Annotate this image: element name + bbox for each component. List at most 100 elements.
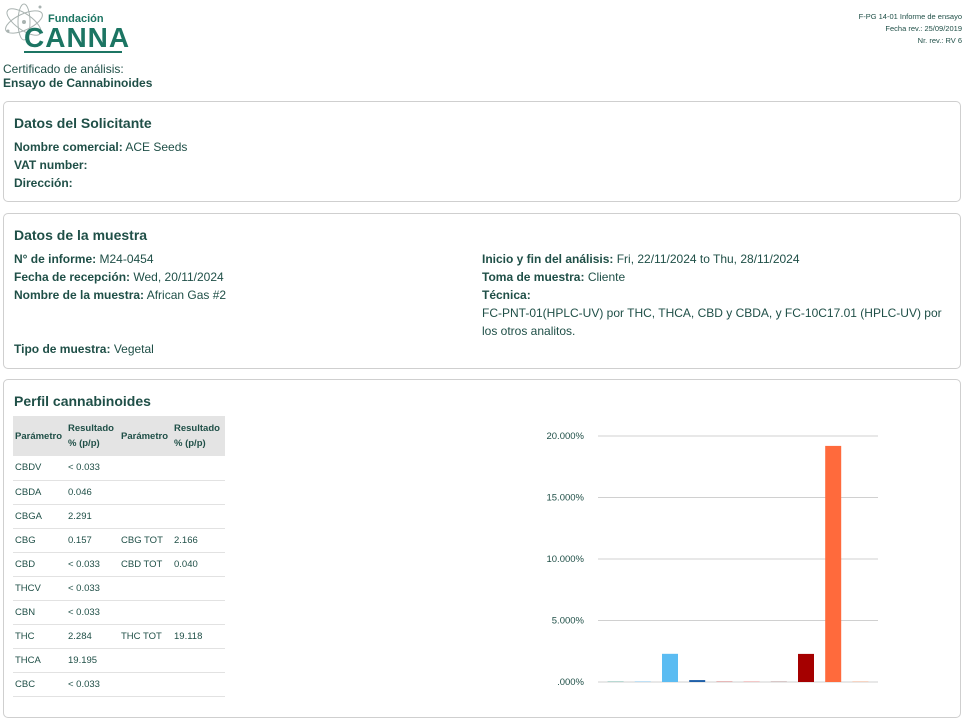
param2-cell: [119, 600, 172, 625]
param2-cell: [119, 480, 172, 505]
commercial-name-value: ACE Seeds: [125, 140, 188, 154]
vat-label: VAT number:: [14, 158, 88, 172]
table-row: THC 2.284 THC TOT 19.118: [13, 624, 225, 649]
doc-ref-date: Fecha rev.: 25/09/2019: [885, 24, 962, 33]
value-cell: < 0.033: [66, 672, 119, 697]
param-cell: THCV: [13, 576, 66, 601]
value-cell: 2.284: [66, 624, 119, 649]
report-header: Fundación CANNA F-PG 14-01 Informe de en…: [0, 0, 964, 92]
param-cell: CBG: [13, 528, 66, 553]
param-cell: CBDV: [13, 456, 66, 481]
header-result-2-line1: Resultado: [174, 423, 220, 434]
param-cell: CBDA: [13, 480, 66, 505]
reception-date-label: Fecha de recepción:: [14, 270, 131, 284]
param2-cell: CBD TOT: [119, 552, 172, 577]
value-cell: 2.291: [66, 504, 119, 529]
header-result-line1: Resultado: [68, 423, 114, 434]
value-cell: < 0.033: [66, 600, 119, 625]
certificate-line1: Certificado de análisis:: [3, 62, 124, 76]
value2-cell: [172, 672, 225, 697]
param-cell: CBD: [13, 552, 66, 577]
table-row: CBD < 0.033 CBD TOT 0.040: [13, 552, 225, 577]
bar-cbn: [770, 681, 787, 682]
header-parameter: Parámetro: [13, 416, 66, 456]
param2-cell: [119, 504, 172, 529]
applicant-title: Datos del Solicitante: [14, 115, 152, 131]
sample-name-label: Nombre de la muestra:: [14, 288, 145, 302]
technique-value: FC-PNT-01(HPLC-UV) por THC, THCA, CBD y …: [482, 306, 942, 338]
logo-text-canna: CANNA: [24, 22, 131, 53]
technique-row: Técnica:: [482, 286, 531, 304]
value2-cell: 2.166: [172, 528, 225, 553]
bar-cbda: [634, 681, 651, 682]
doc-ref-revision: Nr. rev.: RV 6: [917, 36, 962, 45]
table-header-row: Parámetro Resultado % (p/p) Parámetro Re…: [13, 416, 225, 456]
logo-underline: [24, 51, 122, 53]
document-reference: F-PG 14-01 Informe de ensayo Fecha rev.:…: [859, 11, 962, 47]
value2-cell: [172, 480, 225, 505]
param-cell: THCA: [13, 648, 66, 673]
vat-row: VAT number:: [14, 156, 88, 174]
doc-ref-line: F-PG 14-01 Informe de ensayo: [858, 12, 962, 21]
value2-cell: [172, 648, 225, 673]
table-row: CBN < 0.033: [13, 600, 225, 625]
table-row: CBGA 2.291: [13, 504, 225, 529]
y-tick-label: 10.000%: [546, 554, 584, 565]
profile-title: Perfil cannabinoides: [14, 393, 151, 409]
value-cell: 0.157: [66, 528, 119, 553]
bar-cbga: [662, 653, 678, 682]
value2-cell: [172, 600, 225, 625]
commercial-name-row: Nombre comercial: ACE Seeds: [14, 138, 187, 156]
table-row: CBDV < 0.033: [13, 456, 225, 481]
param2-cell: THC TOT: [119, 624, 172, 649]
report-number-row: N° de informe: M24-0454: [14, 250, 154, 268]
analysis-period-value: Fri, 22/11/2024 to Thu, 28/11/2024: [616, 252, 800, 266]
value2-cell: [172, 504, 225, 529]
value2-cell: 19.118: [172, 624, 225, 649]
bar-thc: [798, 653, 814, 682]
report-number-value: M24-0454: [99, 252, 154, 266]
bar-cbc: [852, 681, 869, 682]
analysis-period-label: Inicio y fin del análisis:: [482, 252, 614, 266]
sample-name-value: African Gas #2: [146, 288, 227, 302]
value2-cell: [172, 456, 225, 481]
report-number-label: N° de informe:: [14, 252, 97, 266]
fundacion-canna-logo: Fundación CANNA: [2, 0, 132, 56]
cannabinoid-profile-panel: Perfil cannabinoides Parámetro Resultado…: [3, 379, 961, 718]
param-cell: CBN: [13, 600, 66, 625]
bar-cbd: [716, 681, 733, 682]
sample-type-label: Tipo de muestra:: [14, 342, 111, 356]
table-row: CBG 0.157 CBG TOT 2.166: [13, 528, 225, 553]
sampling-value: Cliente: [587, 270, 626, 284]
header-result: Resultado % (p/p): [66, 416, 119, 456]
y-tick-label: .000%: [557, 677, 584, 688]
bar-thca: [825, 445, 842, 682]
value2-cell: [172, 576, 225, 601]
param2-cell: [119, 648, 172, 673]
applicant-panel: Datos del Solicitante Nombre comercial: …: [3, 101, 961, 202]
certificate-title: Certificado de análisis: Ensayo de Canna…: [3, 62, 152, 90]
table-row: CBC < 0.033: [13, 672, 225, 697]
header-parameter-2: Parámetro: [119, 416, 172, 456]
param2-cell: CBG TOT: [119, 528, 172, 553]
commercial-name-label: Nombre comercial:: [14, 140, 123, 154]
cannabinoid-table: Parámetro Resultado % (p/p) Parámetro Re…: [13, 416, 225, 697]
sample-panel: Datos de la muestra N° de informe: M24-0…: [3, 213, 961, 369]
sample-name-row: Nombre de la muestra: African Gas #2: [14, 286, 226, 304]
param-cell: CBC: [13, 672, 66, 697]
table-row: THCA 19.195: [13, 648, 225, 673]
y-tick-label: 15.000%: [546, 493, 584, 504]
bar-cbdv: [607, 681, 624, 682]
value-cell: < 0.033: [66, 576, 119, 601]
header-result-line2: % (p/p): [68, 438, 100, 449]
y-tick-label: 20.000%: [546, 431, 584, 442]
sample-type-value: Vegetal: [113, 342, 154, 356]
header-result-2: Resultado % (p/p): [172, 416, 225, 456]
technique-label: Técnica:: [482, 288, 531, 302]
sample-type-row: Tipo de muestra: Vegetal: [14, 340, 154, 358]
param2-cell: [119, 576, 172, 601]
param2-cell: [119, 672, 172, 697]
certificate-line2: Ensayo de Cannabinoides: [3, 76, 153, 90]
cannabinoid-bar-chart: .000% 5.000% 10.000% 15.000% 20.000%: [546, 431, 878, 688]
sampling-row: Toma de muestra: Cliente: [482, 268, 625, 286]
